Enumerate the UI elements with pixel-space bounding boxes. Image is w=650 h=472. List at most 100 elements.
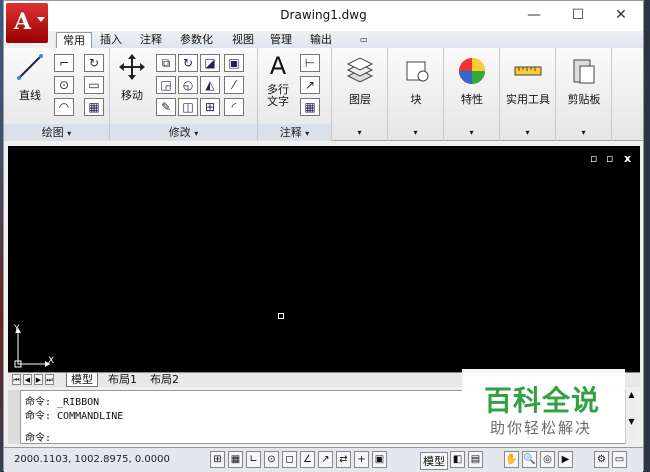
command-prompt[interactable]: 命令: xyxy=(25,429,51,444)
explode-icon[interactable]: ⁄ xyxy=(224,76,244,94)
rotate-icon[interactable]: ↻ xyxy=(178,54,198,72)
erase-icon[interactable]: ▣ xyxy=(224,54,244,72)
status-bar: 2000.1103, 1002.8975, 0.0000 ⊞ ▦ ∟ ⊙ ◻ ∠… xyxy=(4,447,643,472)
osnap-toggle-icon[interactable]: ◻ xyxy=(282,451,297,468)
rectangle-icon[interactable]: ▭ xyxy=(84,76,104,94)
hatch-icon[interactable]: ▦ xyxy=(84,98,104,116)
block-icon xyxy=(406,61,429,82)
layers-icon xyxy=(346,57,374,83)
tab-model[interactable]: 模型 xyxy=(66,373,98,387)
ruler-icon xyxy=(514,66,542,76)
window-title: Drawing1.dwg xyxy=(280,8,367,22)
snap-toggle-icon[interactable]: ⊞ xyxy=(210,451,225,468)
line-button[interactable]: 直线 xyxy=(10,52,50,103)
tab-home[interactable]: 常用 xyxy=(56,32,92,48)
mirror-icon[interactable]: ◭ xyxy=(200,76,220,94)
fillet-icon[interactable]: ◵ xyxy=(178,76,198,94)
ucs-y-label: Y xyxy=(14,324,20,334)
stretch-icon[interactable]: ◲ xyxy=(156,76,176,94)
arc-icon[interactable]: ◠ xyxy=(54,98,74,116)
maximize-button[interactable]: ☐ xyxy=(566,5,590,25)
circle-icon[interactable]: ⊙ xyxy=(54,76,74,94)
command-history-line: 命令: COMMANDLINE xyxy=(25,411,124,422)
showmotion-icon[interactable]: ▶ xyxy=(558,451,573,468)
command-scrollbar[interactable]: ▲ ▼ xyxy=(625,390,637,444)
tab-parametric[interactable]: 参数化 xyxy=(174,32,219,48)
watermark-title: 百科全说 xyxy=(484,384,601,417)
draw-panel-label[interactable]: 绘图 ▾ xyxy=(4,124,109,141)
grid-toggle-icon[interactable]: ▦ xyxy=(228,451,243,468)
utilities-panel[interactable]: 实用工具 ▾ xyxy=(500,48,556,141)
application-menu-button[interactable]: A xyxy=(6,3,48,43)
dimension-icon[interactable]: ⊢ xyxy=(300,54,320,72)
table-icon[interactable]: ▦ xyxy=(300,98,320,116)
rotate-arrow-icon[interactable]: ↻ xyxy=(84,54,104,72)
viewport-close-icon[interactable]: x xyxy=(624,152,631,165)
tab-output[interactable]: 输出 xyxy=(304,32,338,48)
viewport-restore-icon[interactable]: ▫ xyxy=(590,152,597,165)
block-dropdown-arrow[interactable]: ▾ xyxy=(388,128,443,137)
scale-icon[interactable]: ◫ xyxy=(178,98,198,116)
pencil-icon[interactable]: ✎ xyxy=(156,98,176,116)
modify-panel-label[interactable]: 修改 ▾ xyxy=(110,124,257,141)
command-history-line: 命令: _RIBBON xyxy=(25,397,100,408)
tab-manage[interactable]: 管理 xyxy=(264,32,298,48)
prev-tab-icon[interactable]: ◀ xyxy=(23,374,32,385)
ribbon-minimize-icon[interactable]: ▭ xyxy=(354,32,374,48)
dyn-toggle-icon[interactable]: ⇄ xyxy=(336,451,351,468)
model-space-button[interactable]: 模型 xyxy=(420,452,448,470)
move-button[interactable]: 移动 xyxy=(114,52,150,103)
move-icon xyxy=(119,54,145,80)
first-tab-icon[interactable]: ⏮ xyxy=(12,374,21,385)
layers-dropdown-arrow[interactable]: ▾ xyxy=(332,128,387,137)
otrack-toggle-icon[interactable]: ∠ xyxy=(300,451,315,468)
last-tab-icon[interactable]: ⏭ xyxy=(45,374,54,385)
properties-dropdown-arrow[interactable]: ▾ xyxy=(444,128,499,137)
clipboard-panel[interactable]: 剪贴板 ▾ xyxy=(556,48,612,141)
tab-annotate[interactable]: 注释 xyxy=(134,32,168,48)
trim-icon[interactable]: ◪ xyxy=(200,54,220,72)
ribbon-panels: 直线 ⌐ ⊙ ◠ ↻ ▭ ▦ 绘图 ▾ 移动 ⧉ ↻ ◪ ▣ ◲ ◵ ◭ ⁄ ✎… xyxy=(4,48,643,141)
watermark: 百科全说 助你轻松解决 xyxy=(462,369,625,443)
properties-panel[interactable]: 特性 ▾ xyxy=(444,48,500,141)
layers-panel[interactable]: 图层 ▾ xyxy=(332,48,388,141)
crosshair-cursor xyxy=(278,313,284,319)
qp-toggle-icon[interactable]: ▣ xyxy=(372,451,387,468)
minimize-button[interactable]: — xyxy=(522,5,546,25)
copy-icon[interactable]: ⧉ xyxy=(156,54,176,72)
tab-view[interactable]: 视图 xyxy=(226,32,260,48)
offset-icon[interactable]: ◜ xyxy=(224,98,244,116)
leader-icon[interactable]: ↗ xyxy=(300,76,320,94)
annotation-panel-label[interactable]: 注释 ▾ xyxy=(258,124,331,141)
chevron-down-icon xyxy=(37,17,45,22)
drawing-canvas[interactable]: ▫ ▫ x Y X xyxy=(8,146,640,372)
autocad-logo-icon: A xyxy=(14,9,32,35)
draw-panel: 直线 ⌐ ⊙ ◠ ↻ ▭ ▦ 绘图 ▾ xyxy=(4,48,110,141)
workspace-icon[interactable]: ⚙ xyxy=(594,451,609,468)
pan-icon[interactable]: ✋ xyxy=(504,451,519,468)
block-panel[interactable]: 块 ▾ xyxy=(388,48,444,141)
ortho-toggle-icon[interactable]: ∟ xyxy=(246,451,261,468)
tab-layout2[interactable]: 布局2 xyxy=(146,373,183,387)
clipboard-dropdown-arrow[interactable]: ▾ xyxy=(556,128,611,137)
zoom-icon[interactable]: 🔍 xyxy=(522,451,537,468)
tab-insert[interactable]: 插入 xyxy=(94,32,128,48)
command-line-grip[interactable] xyxy=(8,390,20,444)
steeringwheel-icon[interactable]: ◎ xyxy=(540,451,555,468)
array-icon[interactable]: ⊞ xyxy=(200,98,220,116)
next-tab-icon[interactable]: ▶ xyxy=(34,374,43,385)
line-icon xyxy=(17,54,43,80)
close-button[interactable]: ✕ xyxy=(609,5,633,25)
quick-view-drawings-icon[interactable]: ▤ xyxy=(468,451,483,468)
polar-toggle-icon[interactable]: ⊙ xyxy=(264,451,279,468)
mtext-button[interactable]: A 多行 文字 xyxy=(260,52,296,108)
utilities-dropdown-arrow[interactable]: ▾ xyxy=(500,128,555,137)
tab-layout1[interactable]: 布局1 xyxy=(104,373,141,387)
quick-view-layouts-icon[interactable]: ◧ xyxy=(450,451,465,468)
coordinate-readout: 2000.1103, 1002.8975, 0.0000 xyxy=(14,454,170,465)
fullscreen-icon[interactable]: ▭ xyxy=(612,451,627,468)
polyline-icon[interactable]: ⌐ xyxy=(54,54,74,72)
viewport-max-icon[interactable]: ▫ xyxy=(606,152,613,165)
lineweight-toggle-icon[interactable]: + xyxy=(354,451,369,468)
ducs-toggle-icon[interactable]: ↗ xyxy=(318,451,333,468)
